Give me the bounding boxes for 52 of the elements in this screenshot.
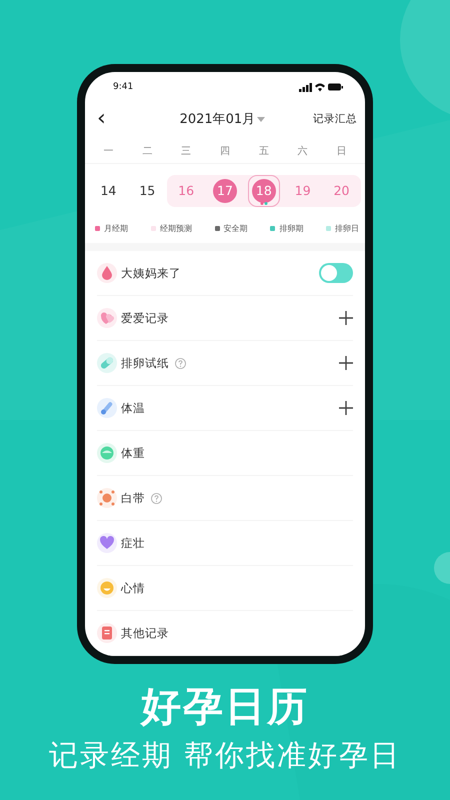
scale-icon — [97, 443, 117, 463]
record-summary-link[interactable]: 记录汇总 — [312, 112, 357, 126]
add-icon[interactable] — [339, 311, 353, 325]
record-label: 其他记录 — [121, 626, 169, 640]
caret-icon — [257, 116, 266, 122]
record-label: 排卵试纸 — [121, 356, 169, 370]
weekday-label: 一 — [102, 144, 114, 158]
record-label: 白带 — [121, 490, 145, 506]
pill-icon — [97, 353, 117, 373]
record-label: 大姨妈来了 — [121, 266, 181, 280]
record-row[interactable]: 白带 — [97, 476, 353, 521]
month-picker[interactable]: 2021年01月 — [180, 110, 266, 128]
add-icon[interactable] — [339, 401, 353, 415]
sun-icon — [97, 488, 117, 508]
calendar-day[interactable]: 14 — [92, 174, 124, 207]
back-button[interactable]: ‹ — [97, 108, 106, 130]
status-icons — [299, 82, 343, 92]
record-row[interactable]: 大姨妈来了 — [97, 251, 353, 296]
weekday-label: 日 — [336, 144, 348, 158]
hearts-icon — [97, 308, 117, 328]
record-label: 体重 — [121, 446, 145, 460]
weekday-label: 三 — [180, 144, 192, 158]
weekday-label: 五 — [258, 144, 270, 158]
calendar-day[interactable]: 15 — [131, 174, 164, 207]
legend-label: 排卵日 — [335, 222, 359, 234]
record-label: 爱爱记录 — [121, 310, 169, 326]
record-label: 心情 — [121, 580, 145, 596]
record-row[interactable]: 排卵试纸 — [97, 341, 353, 386]
record-label: 症壮 — [121, 536, 145, 550]
legend-label: 经期预测 — [160, 222, 192, 234]
legend-label: 月经期 — [104, 222, 128, 234]
record-row[interactable]: 心情 — [97, 566, 353, 611]
record-row[interactable]: 体温 — [97, 386, 353, 431]
note-icon — [97, 623, 117, 643]
legend-label: 排卵期 — [279, 222, 304, 234]
thermometer-icon — [97, 398, 117, 418]
drop-icon — [97, 263, 117, 283]
toggle-switch[interactable] — [319, 263, 353, 283]
record-row[interactable]: 症壮 — [97, 521, 353, 566]
record-row[interactable]: 爱爱记录 — [97, 296, 353, 341]
status-time: 9:41 — [113, 82, 134, 92]
promo-title: 好孕日历 — [139, 683, 310, 732]
weekday-label: 二 — [141, 144, 154, 158]
record-row[interactable]: 体重 — [97, 431, 353, 476]
record-label: 体温 — [121, 400, 145, 416]
add-icon[interactable] — [339, 356, 353, 370]
record-row[interactable]: 其他记录 — [97, 611, 353, 656]
smile-icon — [97, 578, 117, 598]
weekday-label: 六 — [296, 144, 309, 158]
weekday-label: 四 — [218, 144, 231, 158]
legend-label: 安全期 — [224, 222, 248, 234]
promo-subtitle: 记录经期 帮你找准好孕日 — [48, 737, 402, 774]
